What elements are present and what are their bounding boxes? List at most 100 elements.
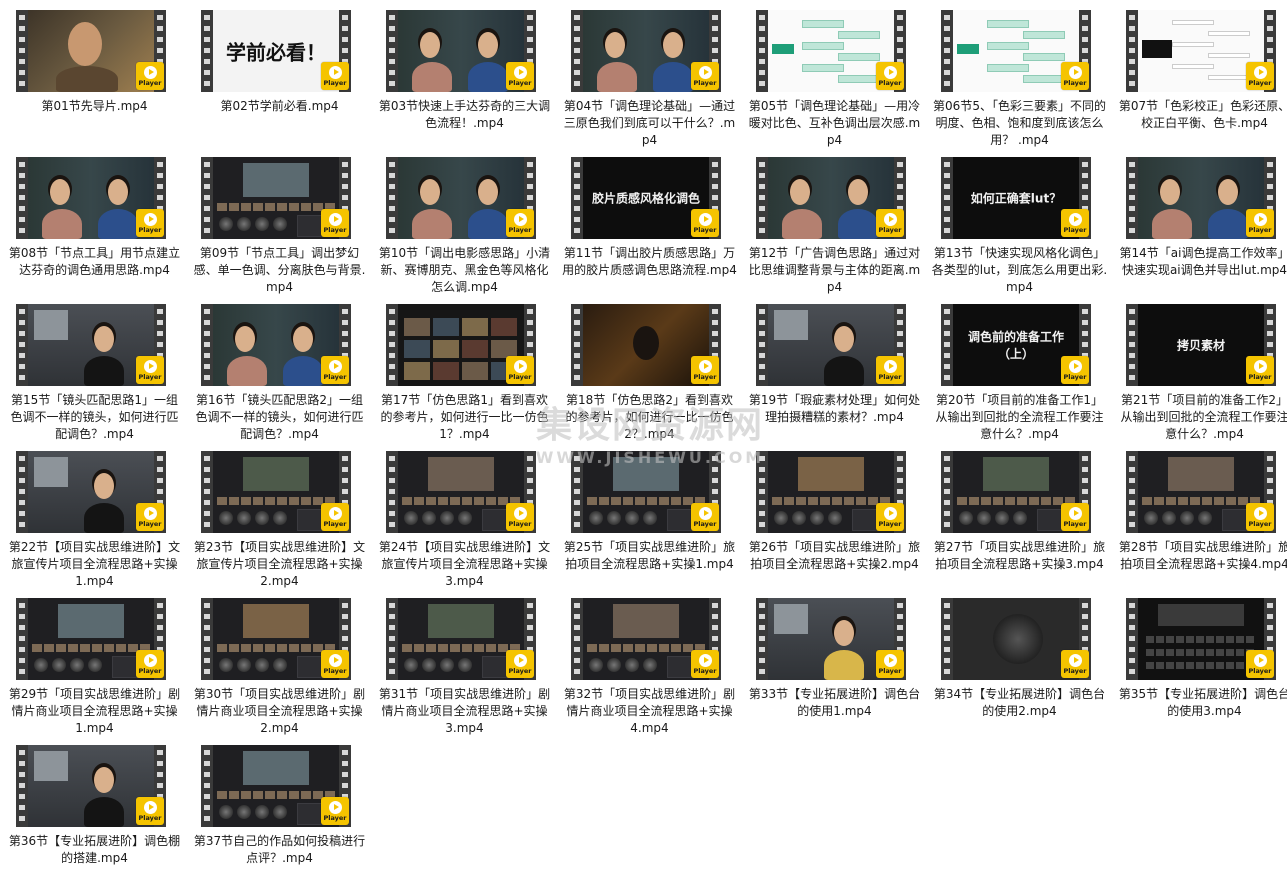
video-thumbnail[interactable]: Player [16,451,166,533]
file-name[interactable]: 第12节「广告调色思路」通过对比思维调整背景与主体的距离.mp4 [746,245,923,296]
video-thumbnail[interactable]: 拷贝素材 Player [1126,304,1276,386]
video-file-item[interactable]: Player 第03节快速上手达芬奇的三大调色流程！.mp4 [372,8,557,155]
video-file-item[interactable]: Player 第18节「仿色思路2」看到喜欢的参考片，如何进行一比一仿色2？.mp… [557,302,742,449]
video-file-item[interactable]: Player 第04节「调色理论基础」—通过三原色我们到底可以干什么？.mp4 [557,8,742,155]
video-thumbnail[interactable]: 胶片质感风格化调色 Player [571,157,721,239]
video-file-item[interactable]: Player 第17节「仿色思路1」看到喜欢的参考片，如何进行一比一仿色1？.mp… [372,302,557,449]
file-name[interactable]: 第26节「项目实战思维进阶」旅拍项目全流程思路+实操2.mp4 [746,539,923,573]
video-file-item[interactable]: Player 第34节【专业拓展进阶】调色台的使用2.mp4 [927,596,1112,743]
file-name[interactable]: 第10节「调出电影感思路」小清新、赛博朋克、黑金色等风格化怎么调.mp4 [376,245,553,296]
file-name[interactable]: 第15节「镜头匹配思路1」一组色调不一样的镜头，如何进行匹配调色？.mp4 [6,392,183,443]
video-file-item[interactable]: Player 第29节「项目实战思维进阶」剧情片商业项目全流程思路+实操1.mp4 [2,596,187,743]
video-thumbnail[interactable]: Player [941,598,1091,680]
file-name[interactable]: 第32节「项目实战思维进阶」剧情片商业项目全流程思路+实操4.mp4 [561,686,738,737]
video-thumbnail[interactable]: Player [941,451,1091,533]
file-name[interactable]: 第02节学前必看.mp4 [191,98,368,115]
video-file-item[interactable]: 调色前的准备工作（上） Player 第20节「项目前的准备工作1」从输出到回批的全… [927,302,1112,449]
file-name[interactable]: 第30节「项目实战思维进阶」剧情片商业项目全流程思路+实操2.mp4 [191,686,368,737]
video-file-item[interactable]: Player 第36节【专业拓展进阶】调色棚的搭建.mp4 [2,743,187,890]
video-thumbnail[interactable]: Player [16,304,166,386]
video-thumbnail[interactable]: Player [386,157,536,239]
file-name[interactable]: 第35节【专业拓展进阶】调色台的使用3.mp4 [1116,686,1287,720]
video-thumbnail[interactable]: Player [571,598,721,680]
video-file-item[interactable]: Player 第33节【专业拓展进阶】调色台的使用1.mp4 [742,596,927,743]
video-thumbnail[interactable]: 如何正确套lut？ Player [941,157,1091,239]
file-name[interactable]: 第18节「仿色思路2」看到喜欢的参考片，如何进行一比一仿色2？.mp4 [561,392,738,443]
video-thumbnail[interactable]: Player [756,598,906,680]
video-file-item[interactable]: Player 第27节「项目实战思维进阶」旅拍项目全流程思路+实操3.mp4 [927,449,1112,596]
video-thumbnail[interactable]: Player [941,10,1091,92]
video-file-item[interactable]: Player 第35节【专业拓展进阶】调色台的使用3.mp4 [1112,596,1287,743]
video-file-item[interactable]: Player 第30节「项目实战思维进阶」剧情片商业项目全流程思路+实操2.mp4 [187,596,372,743]
file-name[interactable]: 第27节「项目实战思维进阶」旅拍项目全流程思路+实操3.mp4 [931,539,1108,573]
video-thumbnail[interactable]: Player [1126,598,1276,680]
file-name[interactable]: 第09节「节点工具」调出梦幻感、单一色调、分离肤色与背景.mp4 [191,245,368,296]
video-thumbnail[interactable]: Player [571,10,721,92]
file-name[interactable]: 第16节「镜头匹配思路2」一组色调不一样的镜头，如何进行匹配调色？.mp4 [191,392,368,443]
file-name[interactable]: 第07节「色彩校正」色彩还原、校正白平衡、色卡.mp4 [1116,98,1287,132]
video-file-item[interactable]: Player 第25节「项目实战思维进阶」旅拍项目全流程思路+实操1.mp4 [557,449,742,596]
file-name[interactable]: 第28节「项目实战思维进阶」旅拍项目全流程思路+实操4.mp4 [1116,539,1287,573]
video-file-item[interactable]: 拷贝素材 Player 第21节「项目前的准备工作2」从输出到回批的全流程工作要注意… [1112,302,1287,449]
video-file-item[interactable]: Player 第12节「广告调色思路」通过对比思维调整背景与主体的距离.mp4 [742,155,927,302]
video-file-item[interactable]: 如何正确套lut？ Player 第13节「快速实现风格化调色」各类型的lut，到底… [927,155,1112,302]
file-name[interactable]: 第22节【项目实战思维进阶】文旅宣传片项目全流程思路+实操1.mp4 [6,539,183,590]
video-thumbnail[interactable]: Player [571,451,721,533]
video-file-item[interactable]: 学前必看！ Player 第02节学前必看.mp4 [187,8,372,155]
video-thumbnail[interactable]: Player [16,745,166,827]
video-thumbnail[interactable]: Player [201,598,351,680]
video-thumbnail[interactable]: Player [756,157,906,239]
video-thumbnail[interactable]: Player [201,451,351,533]
file-name[interactable]: 第23节【项目实战思维进阶】文旅宣传片项目全流程思路+实操2.mp4 [191,539,368,590]
file-name[interactable]: 第31节「项目实战思维进阶」剧情片商业项目全流程思路+实操3.mp4 [376,686,553,737]
video-thumbnail[interactable]: Player [756,10,906,92]
video-file-item[interactable]: Player 第28节「项目实战思维进阶」旅拍项目全流程思路+实操4.mp4 [1112,449,1287,596]
video-file-item[interactable]: Player 第22节【项目实战思维进阶】文旅宣传片项目全流程思路+实操1.mp4 [2,449,187,596]
video-file-item[interactable]: Player 第31节「项目实战思维进阶」剧情片商业项目全流程思路+实操3.mp4 [372,596,557,743]
file-name[interactable]: 第03节快速上手达芬奇的三大调色流程！.mp4 [376,98,553,132]
video-thumbnail[interactable]: Player [201,157,351,239]
video-file-item[interactable]: 胶片质感风格化调色 Player 第11节「调出胶片质感思路」万用的胶片质感调色思路… [557,155,742,302]
file-name[interactable]: 第11节「调出胶片质感思路」万用的胶片质感调色思路流程.mp4 [561,245,738,279]
video-thumbnail[interactable]: Player [201,304,351,386]
video-file-item[interactable]: Player 第09节「节点工具」调出梦幻感、单一色调、分离肤色与背景.mp4 [187,155,372,302]
video-file-item[interactable]: Player 第10节「调出电影感思路」小清新、赛博朋克、黑金色等风格化怎么调.m… [372,155,557,302]
video-thumbnail[interactable]: Player [571,304,721,386]
video-file-item[interactable]: Player 第01节先导片.mp4 [2,8,187,155]
video-thumbnail[interactable]: Player [756,451,906,533]
file-name[interactable]: 第06节5、「色彩三要素」不同的明度、色相、饱和度到底该怎么用？ .mp4 [931,98,1108,149]
file-name[interactable]: 第08节「节点工具」用节点建立达芬奇的调色通用思路.mp4 [6,245,183,279]
video-file-item[interactable]: Player 第32节「项目实战思维进阶」剧情片商业项目全流程思路+实操4.mp4 [557,596,742,743]
video-thumbnail[interactable]: Player [756,304,906,386]
video-file-item[interactable]: Player 第37节自己的作品如何投稿进行点评？.mp4 [187,743,372,890]
video-file-item[interactable]: Player 第05节「调色理论基础」—用冷暖对比色、互补色调出层次感.mp4 [742,8,927,155]
file-name[interactable]: 第29节「项目实战思维进阶」剧情片商业项目全流程思路+实操1.mp4 [6,686,183,737]
video-file-item[interactable]: Player 第19节「瑕疵素材处理」如何处理拍摄糟糕的素材？.mp4 [742,302,927,449]
file-name[interactable]: 第05节「调色理论基础」—用冷暖对比色、互补色调出层次感.mp4 [746,98,923,149]
file-name[interactable]: 第04节「调色理论基础」—通过三原色我们到底可以干什么？.mp4 [561,98,738,149]
video-thumbnail[interactable]: Player [386,451,536,533]
video-thumbnail[interactable]: Player [386,598,536,680]
video-thumbnail[interactable]: Player [1126,451,1276,533]
video-thumbnail[interactable]: Player [16,10,166,92]
video-thumbnail[interactable]: Player [16,157,166,239]
file-name[interactable]: 第13节「快速实现风格化调色」各类型的lut，到底怎么用更出彩.mp4 [931,245,1108,296]
file-name[interactable]: 第36节【专业拓展进阶】调色棚的搭建.mp4 [6,833,183,867]
video-thumbnail[interactable]: 调色前的准备工作（上） Player [941,304,1091,386]
file-name[interactable]: 第20节「项目前的准备工作1」从输出到回批的全流程工作要注意什么？.mp4 [931,392,1108,443]
video-file-item[interactable]: Player 第14节「ai调色提高工作效率」快速实现ai调色并导出lut.mp4 [1112,155,1287,302]
video-thumbnail[interactable]: Player [386,304,536,386]
file-name[interactable]: 第19节「瑕疵素材处理」如何处理拍摄糟糕的素材？.mp4 [746,392,923,426]
video-thumbnail[interactable]: Player [386,10,536,92]
file-name[interactable]: 第01节先导片.mp4 [6,98,183,115]
video-file-item[interactable]: Player 第24节【项目实战思维进阶】文旅宣传片项目全流程思路+实操3.mp4 [372,449,557,596]
video-thumbnail[interactable]: Player [16,598,166,680]
video-thumbnail[interactable]: Player [201,745,351,827]
file-name[interactable]: 第14节「ai调色提高工作效率」快速实现ai调色并导出lut.mp4 [1116,245,1287,279]
video-file-item[interactable]: Player 第16节「镜头匹配思路2」一组色调不一样的镜头，如何进行匹配调色？.… [187,302,372,449]
video-thumbnail[interactable]: 学前必看！ Player [201,10,351,92]
video-file-item[interactable]: Player 第23节【项目实战思维进阶】文旅宣传片项目全流程思路+实操2.mp4 [187,449,372,596]
video-file-item[interactable]: Player 第26节「项目实战思维进阶」旅拍项目全流程思路+实操2.mp4 [742,449,927,596]
file-name[interactable]: 第33节【专业拓展进阶】调色台的使用1.mp4 [746,686,923,720]
file-name[interactable]: 第24节【项目实战思维进阶】文旅宣传片项目全流程思路+实操3.mp4 [376,539,553,590]
